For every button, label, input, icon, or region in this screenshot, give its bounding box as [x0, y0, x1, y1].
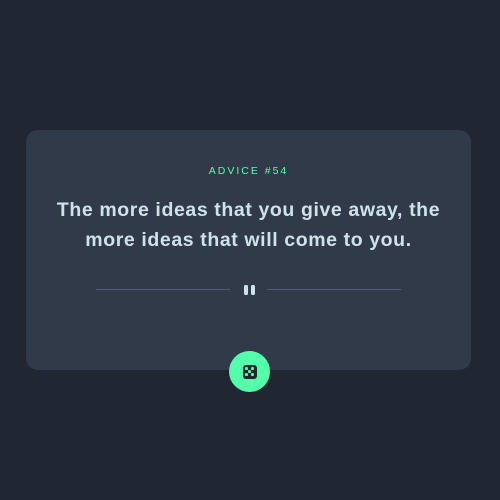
dice-icon: [242, 364, 257, 379]
divider-line-left: [96, 289, 230, 290]
divider: [96, 283, 401, 297]
pause-bar-right: [250, 285, 255, 295]
pause-bar-left: [243, 285, 248, 295]
pause-icon: [241, 283, 257, 297]
page-background: ADVICE #54 The more ideas that you give …: [0, 0, 500, 500]
advice-quote: The more ideas that you give away, the m…: [56, 199, 441, 251]
divider-line-right: [267, 289, 401, 290]
new-advice-button[interactable]: [229, 351, 270, 392]
advice-card: ADVICE #54 The more ideas that you give …: [26, 130, 471, 370]
advice-id-label: ADVICE #54: [208, 165, 289, 177]
